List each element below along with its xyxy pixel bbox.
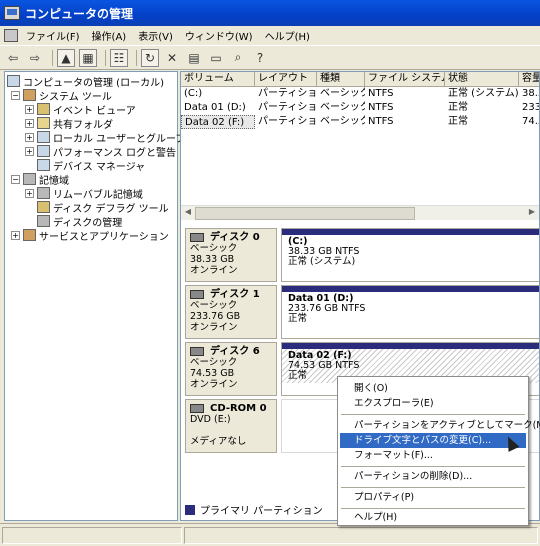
disk-icon bbox=[190, 347, 204, 356]
tree-device-manager[interactable]: デバイス マネージャ bbox=[37, 158, 145, 173]
console-tree: コンピュータの管理 (ローカル) − システム ツール + イベント ビューア … bbox=[4, 71, 185, 521]
users-icon bbox=[37, 131, 50, 143]
partition-c[interactable]: (C:) 38.33 GB NTFS 正常 (システム) bbox=[281, 228, 539, 282]
computer-management-icon bbox=[4, 6, 20, 20]
disk-icon bbox=[190, 233, 204, 242]
removable-storage-icon bbox=[37, 187, 50, 199]
computer-icon bbox=[7, 75, 20, 87]
scroll-right-icon[interactable]: ▶ bbox=[526, 207, 538, 220]
ctx-change-drive-letter[interactable]: ドライブ文字とパスの変更(C)... bbox=[340, 433, 526, 448]
status-bar bbox=[0, 523, 540, 546]
services-icon bbox=[23, 229, 36, 241]
defrag-icon bbox=[37, 201, 50, 213]
disk-0-label[interactable]: ディスク 0 ベーシック 38.33 GB オンライン bbox=[185, 228, 277, 282]
horizontal-scrollbar[interactable]: ◀ ▶ bbox=[181, 205, 539, 220]
ctx-delete-partition[interactable]: パーティションの削除(D)... bbox=[340, 469, 526, 484]
storage-icon bbox=[23, 173, 36, 185]
menu-action[interactable]: 操作(A) bbox=[86, 28, 133, 43]
ctx-format[interactable]: フォーマット(F)... bbox=[340, 448, 526, 463]
col-type[interactable]: 種類 bbox=[317, 72, 365, 86]
scroll-left-icon[interactable]: ◀ bbox=[182, 207, 194, 220]
title-bar: コンピュータの管理 bbox=[0, 0, 540, 26]
tree-services[interactable]: + サービスとアプリケーション bbox=[11, 228, 169, 243]
expand-icon[interactable]: + bbox=[25, 188, 34, 198]
expand-icon[interactable]: + bbox=[11, 230, 20, 240]
menu-file[interactable]: ファイル(F) bbox=[20, 28, 86, 43]
toolbar: ⇦ ⇨ ▲ ▦ ☷ ↻ ✕ ▤ ▭ ⌕ ? bbox=[0, 46, 540, 70]
search-icon[interactable]: ⌕ bbox=[229, 49, 247, 67]
col-status[interactable]: 状態 bbox=[445, 72, 519, 86]
back-arrow-icon[interactable]: ⇦ bbox=[4, 49, 22, 67]
tree-system-tools[interactable]: − システム ツール bbox=[11, 88, 112, 103]
tree-defrag[interactable]: ディスク デフラグ ツール bbox=[37, 200, 169, 215]
properties-icon[interactable]: ☷ bbox=[110, 48, 128, 67]
forward-arrow-icon[interactable]: ⇨ bbox=[26, 49, 44, 67]
tree-shared-folders[interactable]: + 共有フォルダ bbox=[25, 116, 113, 131]
tree-event-viewer[interactable]: + イベント ビューア bbox=[25, 102, 136, 117]
tools-icon bbox=[23, 89, 36, 101]
disk-management-icon bbox=[37, 215, 50, 227]
app-menu-icon[interactable] bbox=[4, 29, 18, 42]
cdrom-icon bbox=[190, 404, 204, 413]
tree-storage[interactable]: − 記憶域 bbox=[11, 172, 69, 187]
ctx-help[interactable]: ヘルプ(H) bbox=[340, 510, 526, 525]
device-manager-icon bbox=[37, 159, 50, 171]
table-row[interactable]: Data 01 (D:) パーティション ベーシック NTFS 正常 233.7 bbox=[181, 101, 539, 115]
context-menu: 開く(O) エクスプローラ(E) パーティションをアクティブとしてマーク(M) … bbox=[337, 376, 540, 526]
menu-window[interactable]: ウィンドウ(W) bbox=[179, 28, 259, 43]
menu-view[interactable]: 表示(V) bbox=[132, 28, 179, 43]
up-folder-icon[interactable]: ▲ bbox=[57, 48, 75, 67]
collapse-icon[interactable]: − bbox=[11, 90, 20, 100]
menu-bar: ファイル(F) 操作(A) 表示(V) ウィンドウ(W) ヘルプ(H) bbox=[0, 26, 540, 46]
col-layout[interactable]: レイアウト bbox=[255, 72, 317, 86]
open-icon[interactable]: ▭ bbox=[207, 49, 225, 67]
ctx-open[interactable]: 開く(O) bbox=[340, 381, 526, 396]
event-viewer-icon bbox=[37, 103, 50, 115]
volume-list-header: ボリューム レイアウト 種類 ファイル システム 状態 容量 bbox=[181, 72, 539, 87]
col-capacity[interactable]: 容量 bbox=[519, 72, 539, 86]
refresh-icon[interactable]: ↻ bbox=[141, 48, 159, 67]
expand-icon[interactable]: + bbox=[25, 118, 34, 128]
show-hide-tree-icon[interactable]: ▦ bbox=[79, 48, 97, 67]
legend: プライマリ パーティション bbox=[185, 502, 323, 517]
expand-icon[interactable]: + bbox=[25, 146, 34, 156]
expand-icon[interactable]: + bbox=[25, 132, 34, 142]
window-title: コンピュータの管理 bbox=[25, 6, 134, 21]
collapse-icon[interactable]: − bbox=[11, 174, 20, 184]
scroll-thumb[interactable] bbox=[195, 207, 415, 220]
delete-icon[interactable]: ✕ bbox=[163, 49, 181, 67]
tree-root[interactable]: コンピュータの管理 (ローカル) bbox=[7, 74, 164, 89]
table-row[interactable]: (C:) パーティション ベーシック NTFS 正常 (システム) 38.33 bbox=[181, 87, 539, 101]
table-row[interactable]: Data 02 (F:) パーティション ベーシック NTFS 正常 74.53 bbox=[181, 115, 539, 129]
menu-help[interactable]: ヘルプ(H) bbox=[259, 28, 316, 43]
tree-removable[interactable]: + リムーバブル記憶域 bbox=[25, 186, 143, 201]
ctx-mark-active[interactable]: パーティションをアクティブとしてマーク(M) bbox=[340, 418, 540, 433]
tree-perf-logs[interactable]: + パフォーマンス ログと警告 bbox=[25, 144, 176, 159]
primary-partition-swatch bbox=[185, 504, 195, 515]
cdrom-0-label[interactable]: CD-ROM 0 DVD (E:) メディアなし bbox=[185, 399, 277, 453]
help-icon[interactable]: ? bbox=[251, 49, 269, 67]
expand-icon[interactable]: + bbox=[25, 104, 34, 114]
export-icon[interactable]: ▤ bbox=[185, 49, 203, 67]
disk-1-label[interactable]: ディスク 1 ベーシック 233.76 GB オンライン bbox=[185, 285, 277, 339]
folder-icon bbox=[37, 117, 50, 129]
tree-local-users[interactable]: + ローカル ユーザーとグループ bbox=[25, 130, 185, 145]
disk-6-label[interactable]: ディスク 6 ベーシック 74.53 GB オンライン bbox=[185, 342, 277, 396]
ctx-properties[interactable]: プロパティ(P) bbox=[340, 490, 526, 505]
performance-icon bbox=[37, 145, 50, 157]
col-volume[interactable]: ボリューム bbox=[181, 72, 255, 86]
ctx-explore[interactable]: エクスプローラ(E) bbox=[340, 396, 526, 411]
partition-d[interactable]: Data 01 (D:) 233.76 GB NTFS 正常 bbox=[281, 285, 539, 339]
disk-icon bbox=[190, 290, 204, 299]
tree-disk-mgmt[interactable]: ディスクの管理 bbox=[37, 214, 122, 229]
col-filesystem[interactable]: ファイル システム bbox=[365, 72, 445, 86]
